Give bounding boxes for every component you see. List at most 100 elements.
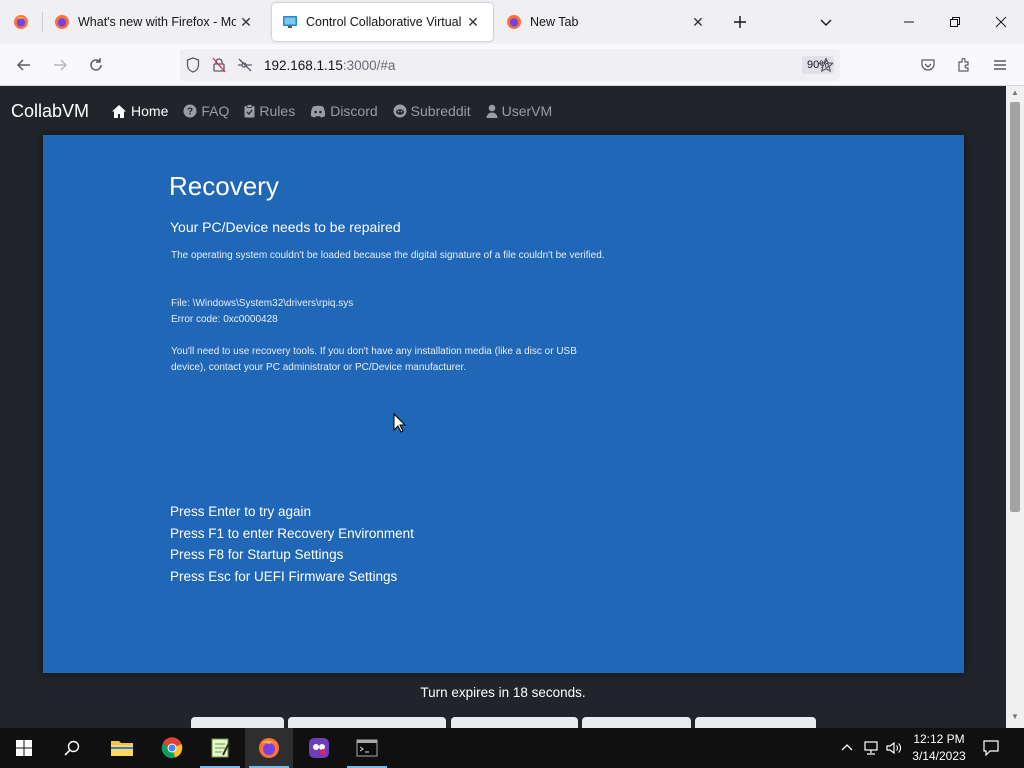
- nav-link-label: FAQ: [201, 103, 230, 119]
- taskbar-clock[interactable]: 12:12 PM 3/14/2023: [904, 731, 974, 765]
- pocket-icon: [921, 59, 935, 71]
- nav-link-label: Home: [131, 103, 169, 119]
- pocket-button[interactable]: [912, 49, 944, 81]
- firefox-view-button[interactable]: [0, 0, 42, 44]
- tab-title: What's new with Firefox - More: [78, 15, 236, 29]
- close-icon: [995, 16, 1007, 28]
- vm-control-button[interactable]: [288, 717, 446, 728]
- minimize-icon: [904, 21, 914, 23]
- notepad-icon: [211, 738, 230, 758]
- nav-link-rules[interactable]: Rules: [244, 103, 295, 119]
- recovery-error-code: Error code: 0xc0000428: [171, 314, 278, 325]
- speaker-icon: [886, 741, 901, 755]
- key-option-f8: Press F8 for Startup Settings: [170, 547, 344, 563]
- recovery-key-options: Press Enter to try again Press F1 to ent…: [170, 501, 414, 587]
- vm-display[interactable]: Recovery Your PC/Device needs to be repa…: [43, 135, 964, 673]
- nav-link-label: Rules: [259, 103, 296, 119]
- clock-time: 12:12 PM: [913, 732, 965, 746]
- chrome-icon: [161, 737, 183, 759]
- back-button[interactable]: [8, 49, 40, 81]
- vm-control-button[interactable]: [191, 717, 284, 728]
- key-option-enter: Press Enter to try again: [170, 504, 312, 519]
- nav-link-faq[interactable]: ? FAQ: [183, 103, 229, 119]
- app-icon: [309, 738, 329, 758]
- close-tab-icon[interactable]: ✕: [688, 14, 708, 31]
- taskbar-chrome[interactable]: [148, 728, 196, 768]
- firefox-icon: [507, 15, 521, 29]
- insecure-lock-icon[interactable]: [206, 49, 232, 81]
- windows-logo-icon: [16, 740, 32, 756]
- start-button[interactable]: [0, 728, 48, 768]
- permissions-icon[interactable]: [232, 49, 258, 81]
- list-all-tabs-button[interactable]: [810, 6, 842, 38]
- close-tab-icon[interactable]: ✕: [236, 14, 256, 31]
- star-icon: [818, 57, 834, 73]
- nav-link-discord[interactable]: Discord: [310, 103, 378, 119]
- tab-collabvm[interactable]: Control Collaborative Virtual M ✕: [272, 3, 493, 41]
- bookmark-button[interactable]: [810, 49, 842, 81]
- url-host: 192.168.1.15: [264, 57, 343, 73]
- scrollbar-thumb[interactable]: [1010, 102, 1020, 512]
- page-scrollbar[interactable]: ▲ ▼: [1006, 86, 1024, 728]
- new-tab-button[interactable]: [724, 6, 756, 38]
- turn-status: Turn expires in 18 seconds.: [420, 685, 586, 700]
- key-option-esc: Press Esc for UEFI Firmware Settings: [170, 568, 398, 584]
- vm-control-button[interactable]: [451, 717, 578, 728]
- nav-link-label: Discord: [330, 103, 378, 119]
- search-button[interactable]: [48, 728, 96, 768]
- mouse-cursor-icon: [393, 413, 406, 433]
- folder-icon: [111, 741, 133, 756]
- shield-icon[interactable]: [180, 49, 206, 81]
- scroll-down-icon[interactable]: ▼: [1006, 712, 1024, 726]
- restore-button[interactable]: [932, 0, 978, 44]
- url-text[interactable]: 192.168.1.15:3000/#a: [264, 58, 802, 73]
- url-bar[interactable]: 192.168.1.15:3000/#a 90%: [180, 49, 840, 81]
- reload-button[interactable]: [80, 49, 112, 81]
- close-window-button[interactable]: [978, 0, 1024, 44]
- site-brand[interactable]: CollabVM: [11, 101, 89, 122]
- taskbar-notepad-plus[interactable]: [196, 728, 244, 768]
- discord-icon: [311, 105, 326, 117]
- nav-link-label: Subreddit: [410, 103, 471, 119]
- taskbar-firefox[interactable]: [245, 728, 293, 768]
- minimize-button[interactable]: [886, 0, 932, 44]
- action-center-button[interactable]: [978, 728, 1004, 768]
- scroll-up-icon[interactable]: ▲: [1006, 88, 1024, 102]
- recovery-title: Recovery: [169, 171, 279, 201]
- nav-link-subreddit[interactable]: Subreddit: [393, 103, 471, 119]
- reload-icon: [90, 58, 102, 71]
- hamburger-icon: [994, 60, 1006, 70]
- app-menu-button[interactable]: [984, 49, 1016, 81]
- plus-icon: [734, 16, 746, 28]
- question-icon: ?: [183, 104, 197, 118]
- taskbar-command-prompt[interactable]: [343, 728, 391, 768]
- notification-icon: [983, 740, 999, 756]
- reddit-icon: [393, 104, 407, 118]
- network-icon: [864, 741, 878, 755]
- recovery-file-line: File: \Windows\System32\drivers\rpiq.sys: [171, 298, 354, 309]
- vm-control-button[interactable]: [582, 717, 691, 728]
- vm-control-button[interactable]: [695, 717, 816, 728]
- tab-whats-new[interactable]: What's new with Firefox - More ✕: [44, 3, 266, 41]
- terminal-icon: [356, 739, 378, 757]
- site-navbar: CollabVM Home ? FAQ Rules Discord Subred…: [0, 86, 1006, 136]
- recovery-advice: You'll need to use recovery tools. If yo…: [171, 346, 577, 373]
- close-tab-icon[interactable]: ✕: [463, 14, 483, 31]
- extensions-button[interactable]: [948, 49, 980, 81]
- tab-title: New Tab: [530, 15, 579, 29]
- taskbar-app[interactable]: [295, 728, 343, 768]
- nav-link-label: UserVM: [501, 103, 553, 119]
- windows-taskbar: 12:12 PM 3/14/2023: [0, 728, 1024, 768]
- taskbar-file-explorer[interactable]: [98, 728, 146, 768]
- arrow-left-icon: [16, 59, 30, 71]
- forward-button[interactable]: [44, 49, 76, 81]
- search-icon: [64, 740, 80, 756]
- nav-link-uservm[interactable]: UserVM: [486, 103, 553, 119]
- puzzle-icon: [958, 57, 969, 72]
- network-tray-icon[interactable]: [860, 728, 882, 768]
- volume-tray-icon[interactable]: [884, 728, 904, 768]
- tab-new-tab[interactable]: New Tab ✕: [496, 3, 718, 41]
- arrow-right-icon: [54, 59, 68, 71]
- nav-link-home[interactable]: Home: [111, 103, 168, 119]
- show-hidden-icons-button[interactable]: [838, 728, 856, 768]
